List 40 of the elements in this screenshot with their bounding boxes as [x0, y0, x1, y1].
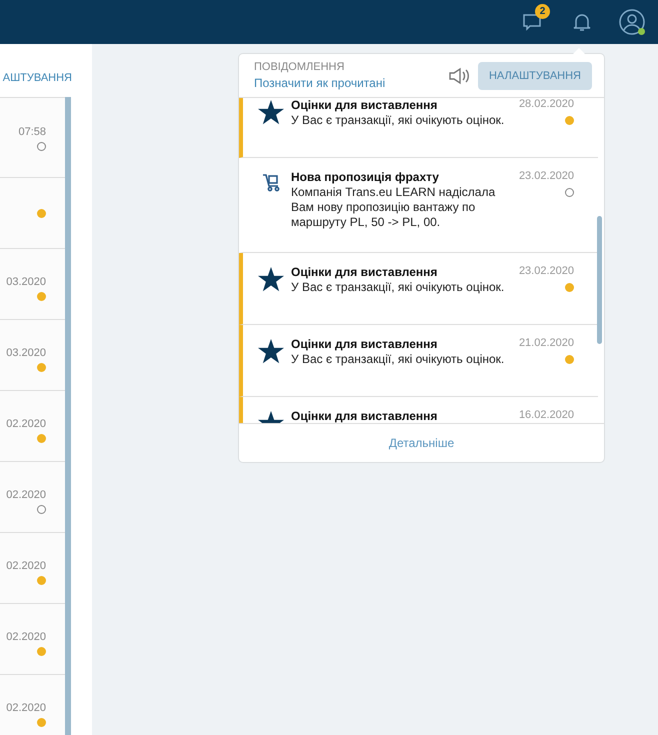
notification-text: У Вас є транзакції, які очікують оцінок. — [291, 113, 506, 128]
notification-date: 28.02.2020 — [518, 98, 574, 110]
unread-dot — [565, 283, 574, 292]
row-time: 02.2020 — [6, 560, 46, 572]
notification-title: Нова пропозиція фрахту — [291, 170, 440, 184]
star-icon — [258, 100, 284, 125]
notification-title: Оцінки для виставлення — [291, 265, 438, 279]
notification-title: Оцінки для виставлення — [291, 98, 438, 112]
hand-truck-icon — [261, 172, 281, 192]
row-time: 02.2020 — [6, 489, 46, 501]
notification-date: 16.02.2020 — [518, 409, 574, 421]
settings-link[interactable]: АШТУВАННЯ — [2, 72, 72, 84]
notification-text: Компанія Trans.eu LEARN надіслала Вам нову пропозицію вантажу по маршруту PL, 50 -> PL, 00. — [291, 185, 496, 230]
notification-date: 21.02.2020 — [518, 337, 574, 349]
chat-icon[interactable] — [522, 12, 542, 32]
row-time: 07:58 — [18, 126, 46, 138]
star-icon — [258, 339, 284, 364]
bell-icon[interactable] — [573, 12, 591, 32]
notification-item[interactable]: Оцінки для виставлення У Вас є транзакції, які очікують оцінок. 28.02.2020 — [239, 98, 598, 158]
row-time: 02.2020 — [6, 702, 46, 714]
notification-date: 23.02.2020 — [518, 170, 574, 182]
notification-text: У Вас є транзакції, які очікують оцінок. — [291, 352, 506, 367]
star-icon — [258, 267, 284, 292]
notification-title: Оцінки для виставлення — [291, 409, 438, 423]
unread-dot — [565, 188, 574, 197]
notification-title: Оцінки для виставлення — [291, 337, 438, 351]
row-time: 02.2020 — [6, 418, 46, 430]
unread-dot — [565, 116, 574, 125]
mark-as-read-link[interactable]: Позначити як прочитані — [254, 76, 448, 90]
notification-item[interactable]: Оцінки для виставлення 16.02.2020 — [239, 397, 598, 423]
unread-dot — [565, 355, 574, 364]
row-time: 03.2020 — [6, 347, 46, 359]
popup-title: ПОВІДОМЛЕННЯ — [254, 61, 346, 73]
message-count-badge: 2 — [535, 4, 550, 19]
notification-date: 23.02.2020 — [518, 265, 574, 277]
user-avatar-icon[interactable] — [618, 8, 646, 36]
row-time: 02.2020 — [6, 631, 46, 643]
row-time: 03.2020 — [6, 276, 46, 288]
notification-text: У Вас є транзакції, які очікують оцінок. — [291, 280, 506, 295]
speaker-icon[interactable] — [448, 66, 472, 86]
